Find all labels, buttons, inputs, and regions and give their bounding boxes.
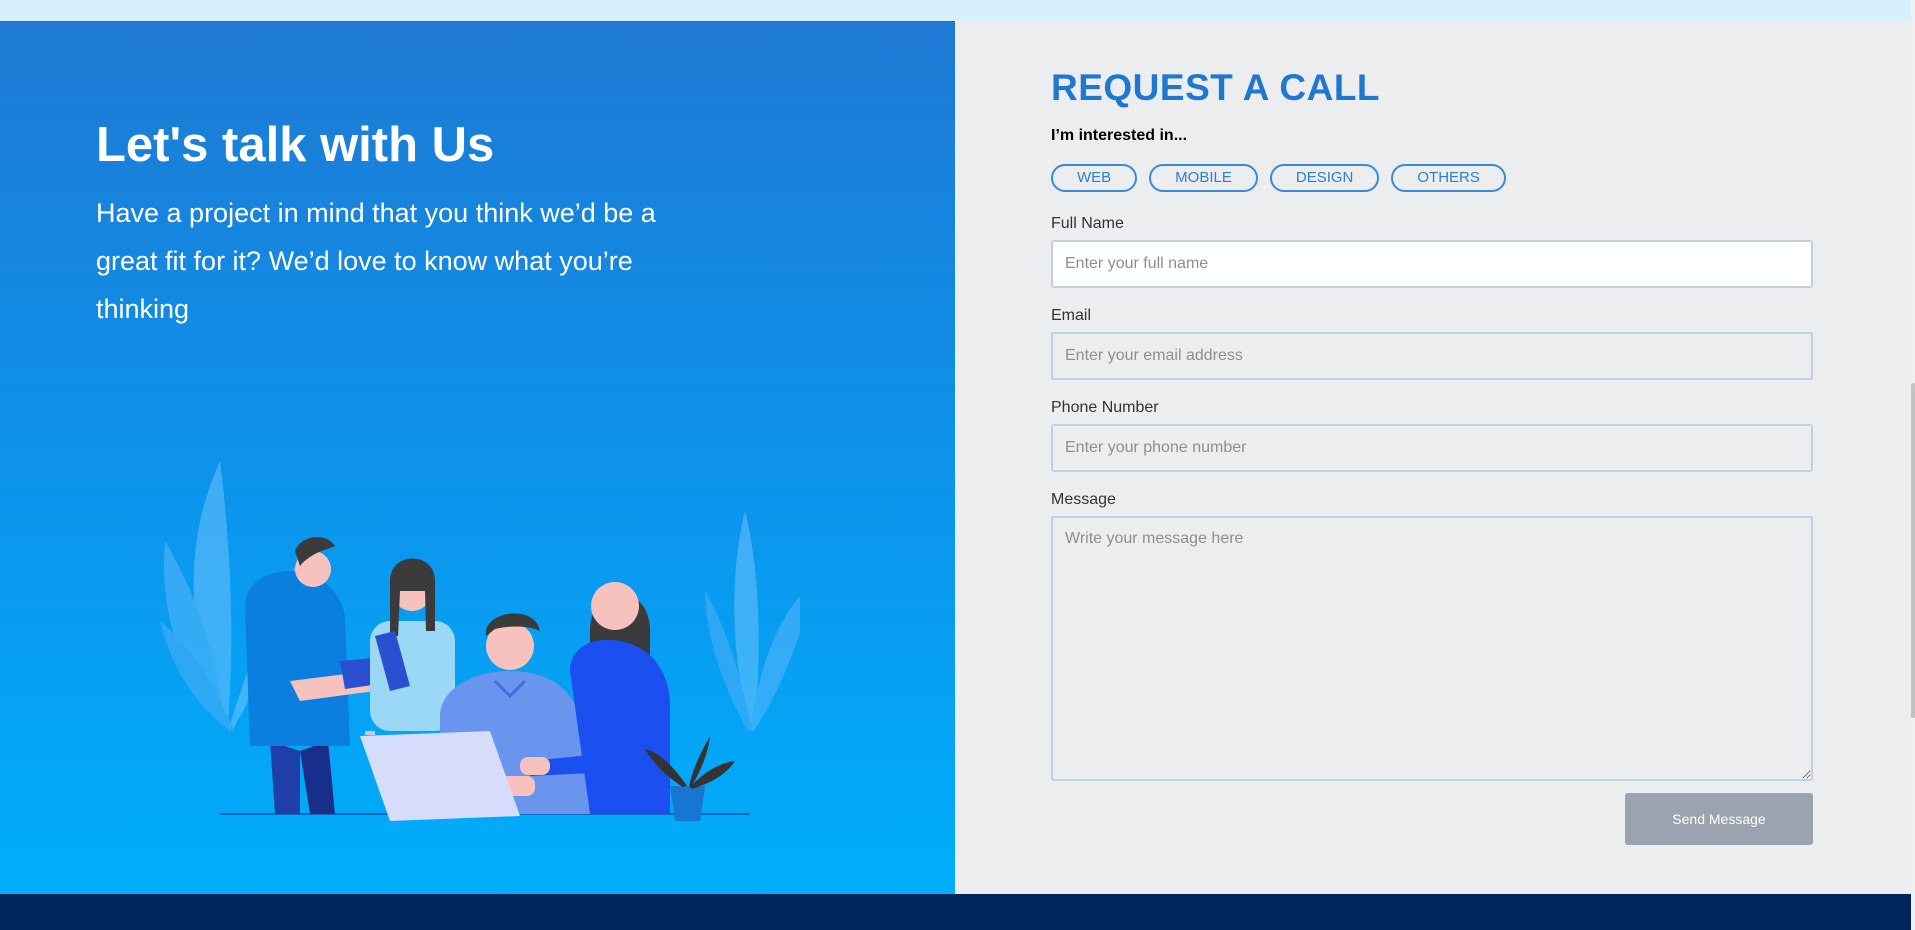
hero-panel: Let's talk with Us Have a project in min… [0, 21, 955, 894]
phone-label: Phone Number [1051, 399, 1159, 416]
interest-chip-mobile[interactable]: MOBILE [1149, 164, 1258, 192]
interest-chip-web[interactable]: WEB [1051, 164, 1138, 192]
top-strip [0, 0, 1915, 21]
interest-options: WEB MOBILE DESIGN OTHERS [1051, 164, 1506, 192]
phone-input[interactable] [1051, 424, 1813, 472]
interest-chip-design[interactable]: DESIGN [1269, 164, 1380, 192]
message-textarea[interactable] [1051, 516, 1813, 781]
page-scrollbar[interactable] [1911, 0, 1915, 930]
footer-band [0, 894, 1911, 930]
full-name-input[interactable] [1051, 240, 1813, 288]
right-plant-illustration [705, 511, 800, 731]
email-input[interactable] [1051, 332, 1813, 380]
interest-chip-others[interactable]: OTHERS [1391, 164, 1506, 192]
team-illustration [160, 461, 800, 821]
form-title: REQUEST A CALL [1051, 67, 1381, 108]
email-label: Email [1051, 307, 1092, 324]
hero-description: Have a project in mind that you think we… [96, 198, 656, 324]
full-name-label: Full Name [1051, 215, 1124, 232]
message-label: Message [1051, 491, 1116, 508]
hero-title: Let's talk with Us [96, 118, 495, 172]
send-message-button[interactable]: Send Message [1625, 793, 1813, 845]
scrollbar-thumb[interactable] [1911, 383, 1915, 718]
request-call-panel: REQUEST A CALL I’m interested in... WEB … [955, 21, 1911, 894]
interest-label: I’m interested in... [1051, 127, 1188, 144]
